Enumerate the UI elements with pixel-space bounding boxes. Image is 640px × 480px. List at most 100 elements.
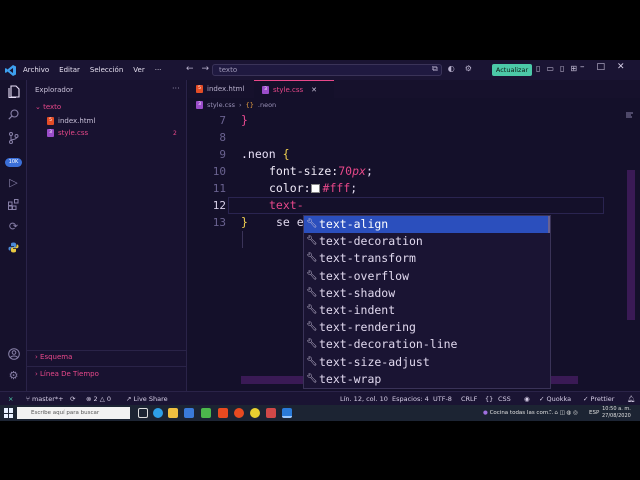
language-indicator[interactable]: ESP (589, 405, 599, 421)
remote-explorer-icon[interactable]: ⟳ (5, 218, 22, 235)
css-property: font-size: (269, 164, 339, 178)
suggestion-scrollbar[interactable] (548, 216, 550, 233)
suggestion-item[interactable]: 🔧︎ text-decoration (304, 233, 548, 250)
outline-section[interactable]: › Esquema (35, 353, 72, 361)
property-wrench-icon: 🔧︎ (306, 356, 318, 367)
css-number: 70 (338, 164, 353, 178)
extensions-icon[interactable] (5, 196, 22, 213)
suggestion-item[interactable]: 🔧︎ text-wrap (304, 371, 548, 388)
end-of-line[interactable]: CRLF (461, 392, 477, 406)
office-app-icon[interactable] (218, 408, 228, 418)
go-live-icon[interactable]: ◉ (524, 392, 530, 406)
file-explorer-icon[interactable] (168, 408, 178, 418)
chrome-icon[interactable] (250, 408, 260, 418)
quokka-button[interactable]: ✓ Quokka (539, 392, 571, 406)
warning-icon: △ (99, 395, 107, 403)
color-swatch-icon[interactable] (310, 184, 320, 193)
notification-preview[interactable]: ● Cocina todas las com... (483, 405, 553, 421)
menu-file[interactable]: Archivo (18, 60, 54, 80)
open-brace: { (282, 147, 290, 161)
vertical-scrollbar[interactable] (627, 170, 635, 320)
account-icon[interactable] (5, 345, 22, 362)
suggestion-item[interactable]: 🔧︎ text-decoration-line (304, 336, 548, 353)
run-debug-icon[interactable]: ▷ (5, 174, 22, 191)
autocomplete-suggestions[interactable]: 🔧︎ text-align 🔧︎ text-decoration 🔧︎ text-tran… (303, 215, 551, 389)
suggestion-item[interactable]: 🔧︎ text-indent (304, 302, 548, 319)
menu-selection[interactable]: Selección (85, 60, 128, 80)
cursor-position[interactable]: Lín. 12, col. 10 (340, 392, 388, 406)
task-view-icon[interactable] (138, 408, 148, 418)
notifications-bell-icon[interactable]: 🔔︎ (627, 392, 635, 406)
accounts-icon[interactable]: ◐ (448, 64, 455, 74)
prettier-button[interactable]: ✓ Prettier (583, 392, 614, 406)
tray-icons[interactable]: ⌃ ⌂ ◫ ◍ ◎ (548, 405, 578, 421)
live-share-label: Live Share (133, 395, 168, 403)
suggestion-label: text-decoration-line (319, 337, 458, 352)
copilot-icon[interactable]: ⧉ (432, 64, 438, 74)
edge-icon[interactable] (153, 408, 163, 418)
tab-style-css[interactable]: 3 style.css ✕ (254, 80, 334, 98)
vscode-taskbar-icon[interactable] (282, 408, 292, 418)
explorer-title: Explorador (35, 86, 74, 94)
settings-gear-icon[interactable]: ⚙ (465, 64, 472, 74)
spreadsheet-app-icon[interactable] (201, 408, 211, 418)
sync-icon[interactable]: ⟳ (70, 392, 75, 406)
property-wrench-icon: 🔧︎ (306, 305, 318, 315)
maximize-icon[interactable]: □ (597, 62, 606, 72)
store-icon[interactable] (184, 408, 194, 418)
file-index-html[interactable]: 5 index.html (47, 117, 95, 125)
menu-more-icon[interactable]: ··· (150, 60, 167, 80)
command-center-search[interactable]: texto (212, 64, 442, 76)
manage-gear-icon[interactable]: ⚙ (5, 367, 22, 384)
forward-arrow-icon[interactable]: → (202, 64, 210, 74)
problems-indicator[interactable]: ⊗ 2 △ 0 (86, 392, 111, 406)
update-button[interactable]: Actualizar (492, 64, 532, 76)
search-icon[interactable] (5, 106, 22, 123)
suggestion-item[interactable]: 🔧︎ text-align (304, 216, 548, 234)
property-wrench-icon: 🔧︎ (306, 339, 318, 350)
windows-start-icon[interactable] (4, 408, 14, 418)
encoding[interactable]: UTF-8 (433, 392, 452, 406)
suggestion-label: text-transform (319, 251, 416, 266)
clock[interactable]: 10:50 a. m. 27/08/2020 (602, 406, 631, 420)
menu-view[interactable]: Ver (128, 60, 149, 80)
tab-index-html[interactable]: 5 index.html (188, 80, 254, 98)
python-icon[interactable] (5, 239, 22, 256)
suggestion-item[interactable]: 🔧︎ text-shadow (304, 285, 548, 302)
firefox-icon[interactable] (234, 408, 244, 418)
remote-icon[interactable]: ⨯ (8, 392, 13, 406)
property-wrench-icon: 🔧︎ (306, 253, 318, 264)
explorer-more-icon[interactable]: ··· (172, 84, 180, 93)
back-arrow-icon[interactable]: ← (186, 64, 194, 74)
suggestion-item[interactable]: 🔧︎ text-size-adjust (304, 354, 548, 371)
html-file-icon: 5 (47, 117, 54, 125)
source-control-icon[interactable] (5, 129, 22, 146)
menu-edit[interactable]: Editar (54, 60, 85, 80)
customize-layout-icon[interactable]: ⊞ (570, 64, 577, 73)
toggle-panel-icon[interactable]: ▭ (546, 64, 554, 73)
code-line-7: 7 } (188, 112, 628, 129)
close-icon[interactable]: ✕ (617, 62, 625, 72)
live-share-button[interactable]: ↗ Live Share (126, 392, 168, 406)
breadcrumb-symbol[interactable]: .neon (258, 101, 276, 109)
language-mode[interactable]: CSS (498, 392, 511, 406)
explorer-icon[interactable] (5, 83, 22, 100)
suggestion-item[interactable]: 🔧︎ text-overflow (304, 268, 548, 285)
minimize-icon[interactable]: – (580, 62, 585, 72)
indentation[interactable]: Espacios: 4 (392, 392, 429, 406)
branch-indicator[interactable]: ⑂ master*+ (26, 392, 64, 406)
toggle-sidebar-icon[interactable]: ▯ (536, 64, 540, 73)
suggestion-item[interactable]: 🔧︎ text-transform (304, 250, 548, 267)
folder-texto[interactable]: ⌄ texto (35, 103, 61, 111)
taskbar-search-input[interactable]: Escribe aquí para buscar (17, 407, 130, 419)
indent-guide (242, 231, 243, 248)
app-icon[interactable] (266, 408, 276, 418)
suggestion-item[interactable]: 🔧︎ text-rendering (304, 319, 548, 336)
breadcrumb-file[interactable]: style.css (207, 101, 235, 109)
file-style-css[interactable]: 3 style.css 2 (47, 129, 177, 137)
minimap-icon[interactable] (626, 112, 634, 128)
timeline-section[interactable]: › Línea De Tiempo (35, 370, 99, 378)
tab-close-icon[interactable]: ✕ (311, 86, 317, 94)
double-check-icon: ✓ (583, 395, 591, 403)
toggle-secondary-sidebar-icon[interactable]: ▯ (560, 64, 564, 73)
